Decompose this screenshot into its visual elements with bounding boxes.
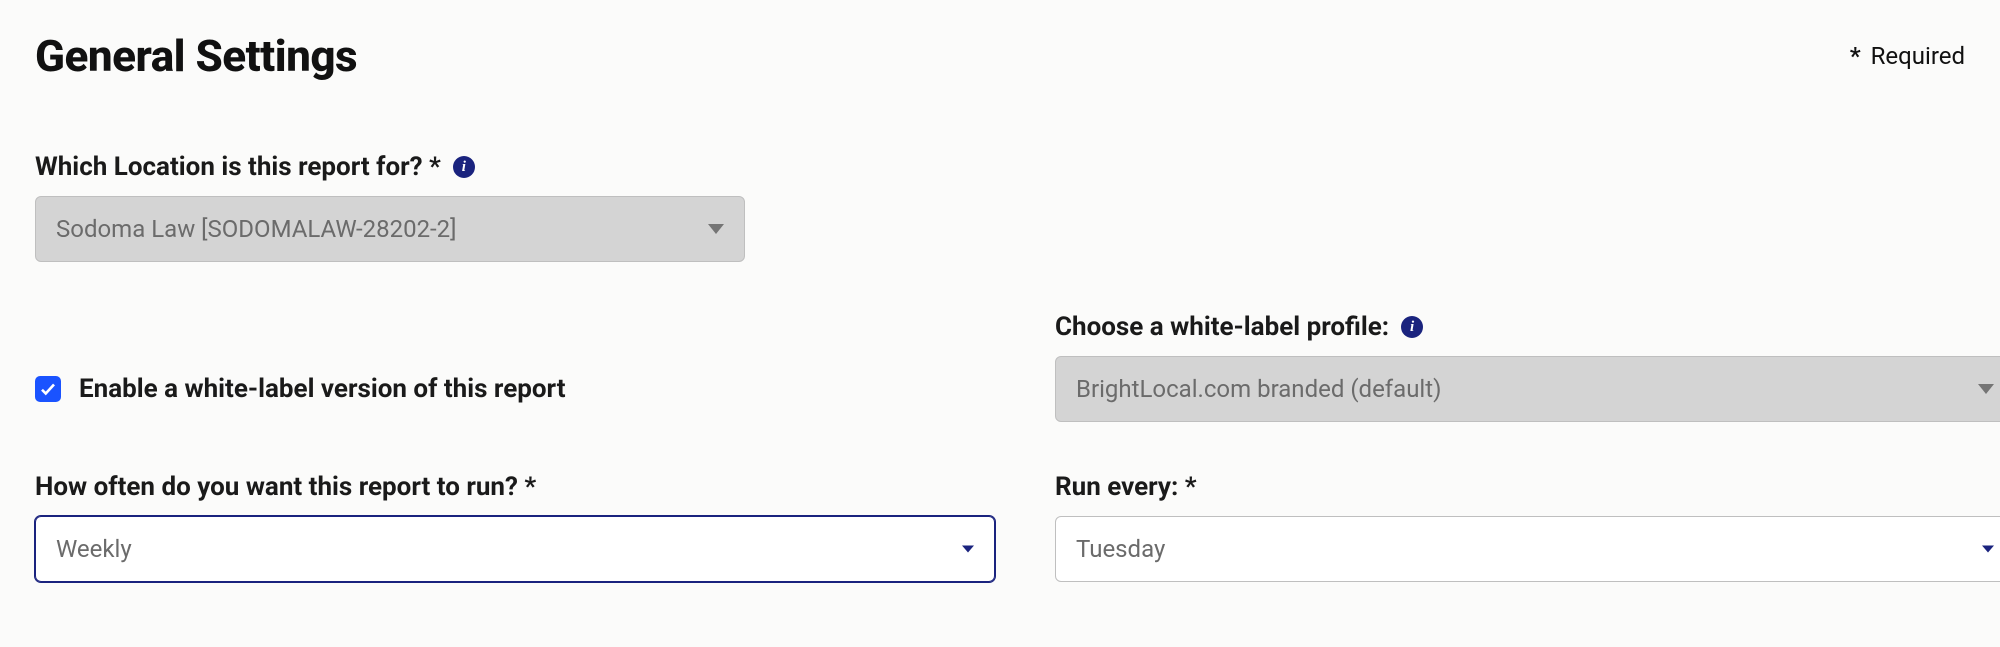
- run-every-value: Tuesday: [1076, 535, 1165, 563]
- caret-down-icon: [1982, 546, 1994, 553]
- white-label-checkbox-row: Enable a white-label version of this rep…: [35, 356, 995, 422]
- white-label-profile-value: BrightLocal.com branded (default): [1076, 375, 1441, 403]
- frequency-value: Weekly: [56, 535, 132, 563]
- required-asterisk: *: [1850, 42, 1861, 70]
- run-every-select[interactable]: Tuesday: [1055, 516, 2000, 582]
- white-label-checkbox-label: Enable a white-label version of this rep…: [79, 374, 566, 404]
- check-icon: [39, 380, 57, 398]
- run-every-field: Run every: * Tuesday: [1055, 472, 2000, 582]
- required-hint: * Required: [1850, 42, 1965, 70]
- caret-down-icon: [708, 224, 724, 234]
- page-title: General Settings: [35, 30, 357, 82]
- white-label-checkbox[interactable]: [35, 376, 61, 402]
- info-icon[interactable]: i: [453, 156, 475, 178]
- caret-down-icon: [1978, 384, 1994, 394]
- white-label-profile-field: Choose a white-label profile: i BrightLo…: [1055, 312, 2000, 422]
- info-icon[interactable]: i: [1401, 316, 1423, 338]
- location-field: Which Location is this report for? * i S…: [35, 152, 995, 262]
- frequency-label: How often do you want this report to run…: [35, 472, 995, 502]
- run-every-label: Run every: *: [1055, 472, 2000, 502]
- location-select[interactable]: Sodoma Law [SODOMALAW-28202-2]: [35, 196, 745, 262]
- frequency-select[interactable]: Weekly: [35, 516, 995, 582]
- location-label: Which Location is this report for? * i: [35, 152, 995, 182]
- white-label-profile-label: Choose a white-label profile: i: [1055, 312, 2000, 342]
- caret-down-icon: [962, 546, 974, 553]
- required-text: Required: [1871, 42, 1965, 70]
- white-label-profile-select[interactable]: BrightLocal.com branded (default): [1055, 356, 2000, 422]
- frequency-field: How often do you want this report to run…: [35, 472, 995, 582]
- location-select-value: Sodoma Law [SODOMALAW-28202-2]: [56, 215, 457, 243]
